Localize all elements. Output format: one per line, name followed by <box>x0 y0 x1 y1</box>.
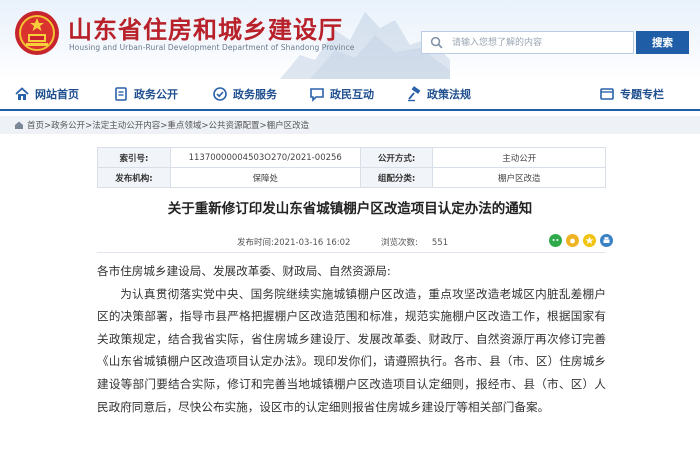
nav-item-services[interactable]: 政务服务 <box>212 79 277 109</box>
document-meta-table: 索引号: 11370000004503O270/2021-00256 公开方式:… <box>97 147 606 188</box>
search-input[interactable] <box>452 32 632 53</box>
share-qzone-icon[interactable] <box>583 232 596 247</box>
share-weibo-icon[interactable] <box>566 232 579 247</box>
nav-item-policies[interactable]: 政策法规 <box>406 79 471 109</box>
chat-icon <box>310 88 324 102</box>
nav-item-interaction[interactable]: 政民互动 <box>309 79 374 109</box>
breadcrumb-bar: 首页>政务公开>法定主动公开内容>重点领域>公共资源配置>棚户区改造 <box>0 116 700 134</box>
article-divider <box>97 252 606 253</box>
nav-item-label: 政务服务 <box>233 88 277 101</box>
site-header: 山东省住房和城乡建设厅 Housing and Urban-Rural Deve… <box>0 0 700 79</box>
gavel-icon <box>408 86 421 102</box>
article-paragraph: 为认真贯彻落实党中央、国务院继续实施城镇棚户区改造，重点攻坚改造老城区内脏乱差棚… <box>97 286 606 414</box>
category-label: 组配分类: <box>359 167 434 188</box>
home-icon <box>15 87 29 100</box>
article-salutation: 各市住房城乡建设局、发展改革委、财政局、自然资源局: <box>97 264 391 278</box>
nav-item-topics[interactable]: 专题专栏 <box>599 79 664 109</box>
publish-time: 发布时间:2021-03-16 16:02 <box>237 238 351 248</box>
search-box <box>421 31 634 54</box>
nav-item-label: 专题专栏 <box>620 88 664 101</box>
publisher-label: 发布机构: <box>97 167 171 188</box>
view-count-value: 551 <box>431 238 449 248</box>
view-count-label: 浏览次数: <box>381 238 418 248</box>
publisher-value: 保障处 <box>169 167 361 188</box>
breadcrumb-trail[interactable]: 首页>政务公开>法定主动公开内容>重点领域>公共资源配置>棚户区改造 <box>27 119 309 131</box>
share-wechat-icon[interactable] <box>549 232 562 247</box>
nav-item-home[interactable]: 网站首页 <box>14 79 79 109</box>
nav-item-public-affairs[interactable]: 政务公开 <box>113 79 178 109</box>
search-icon <box>430 36 443 49</box>
article-body: 各市住房城乡建设局、发展改革委、财政局、自然资源局: 为认真贯彻落实党中央、国务… <box>97 260 606 418</box>
nav-item-label: 网站首页 <box>35 88 79 101</box>
index-number-label: 索引号: <box>97 147 171 168</box>
national-emblem-logo <box>15 11 59 55</box>
service-icon <box>213 87 227 101</box>
topic-icon <box>600 88 614 100</box>
search-button[interactable]: 搜索 <box>636 31 689 54</box>
breadcrumb: 首页>政务公开>法定主动公开内容>重点领域>公共资源配置>棚户区改造 <box>14 119 309 131</box>
disclosure-method-label: 公开方式: <box>359 147 434 168</box>
view-count: 浏览次数: 551 <box>381 236 448 248</box>
site-title: 山东省住房和城乡建设厅 <box>68 16 343 44</box>
article-tools <box>549 232 613 247</box>
index-number-value: 11370000004503O270/2021-00256 <box>169 147 361 168</box>
main-nav: 网站首页 政务公开 政务服务 政民互动 政策法规 专题专栏 <box>0 79 700 111</box>
nav-item-label: 政民互动 <box>330 88 374 101</box>
article-title: 关于重新修订印发山东省城镇棚户区改造项目认定办法的通知 <box>167 201 533 217</box>
nav-item-label: 政务公开 <box>134 88 178 101</box>
nav-item-label: 政策法规 <box>427 88 471 101</box>
category-value: 棚户区改造 <box>432 167 606 188</box>
print-icon[interactable] <box>600 232 613 247</box>
home-icon <box>15 121 23 129</box>
document-icon <box>115 87 127 101</box>
site-subtitle: Housing and Urban-Rural Development Depa… <box>69 43 355 52</box>
disclosure-method-value: 主动公开 <box>432 147 606 168</box>
